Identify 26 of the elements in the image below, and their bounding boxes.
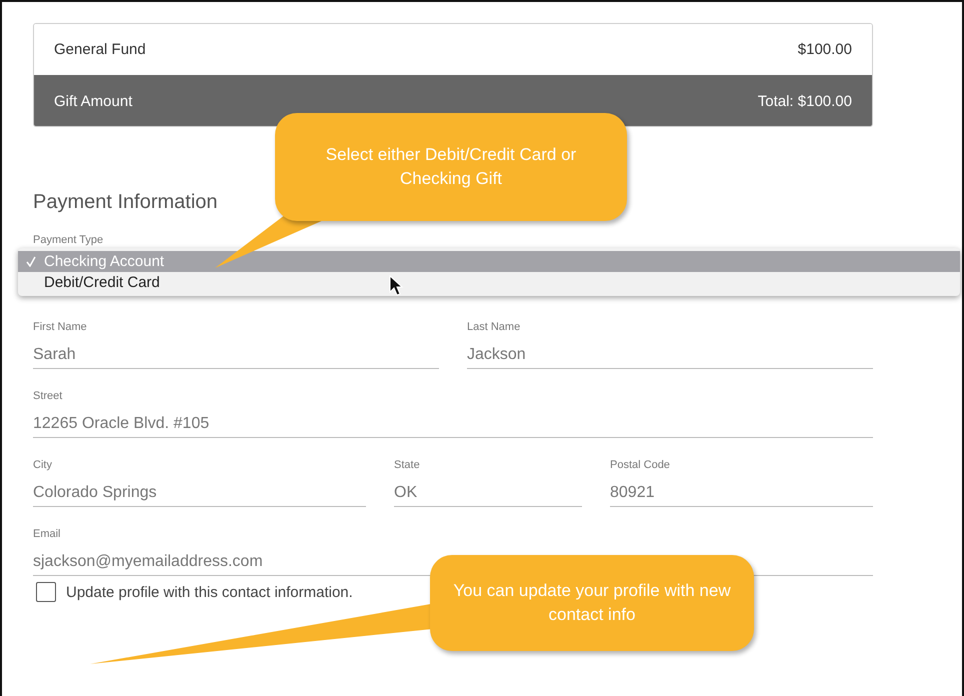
fund-name: General Fund <box>54 41 146 58</box>
input-field[interactable]: 12265 Oracle Blvd. #105 <box>33 411 873 438</box>
menu-option[interactable]: Debit/Credit Card <box>18 272 960 293</box>
callout-bubble: You can update your profile with new contact info <box>430 555 754 651</box>
field-label: City <box>33 459 53 471</box>
input-field[interactable]: 80921 <box>610 480 873 507</box>
menu-option[interactable]: Checking Account <box>18 251 960 272</box>
section-title: Payment Information <box>33 191 219 214</box>
input-field[interactable]: Colorado Springs <box>33 480 366 507</box>
input-field[interactable]: Sarah <box>33 342 439 369</box>
gift-amount-label: Gift Amount <box>54 92 132 110</box>
field-label: State <box>394 459 421 471</box>
field-label: Street <box>33 390 64 402</box>
cursor-icon <box>390 274 404 296</box>
checkbox-label: Update profile with this contact information. <box>66 584 353 600</box>
field-label: Payment Type <box>33 234 104 246</box>
field-label: Postal Code <box>610 459 671 471</box>
input-field[interactable]: Jackson <box>467 342 873 369</box>
checkbox[interactable] <box>36 582 56 602</box>
fund-amount: $100.00 <box>798 41 852 58</box>
check-icon <box>26 256 36 267</box>
field-label: First Name <box>33 321 88 333</box>
field-label: Email <box>33 528 62 540</box>
total-amount: Total: $100.00 <box>758 92 852 110</box>
input-field[interactable]: OK <box>394 480 582 507</box>
field-label: Last Name <box>467 321 522 333</box>
